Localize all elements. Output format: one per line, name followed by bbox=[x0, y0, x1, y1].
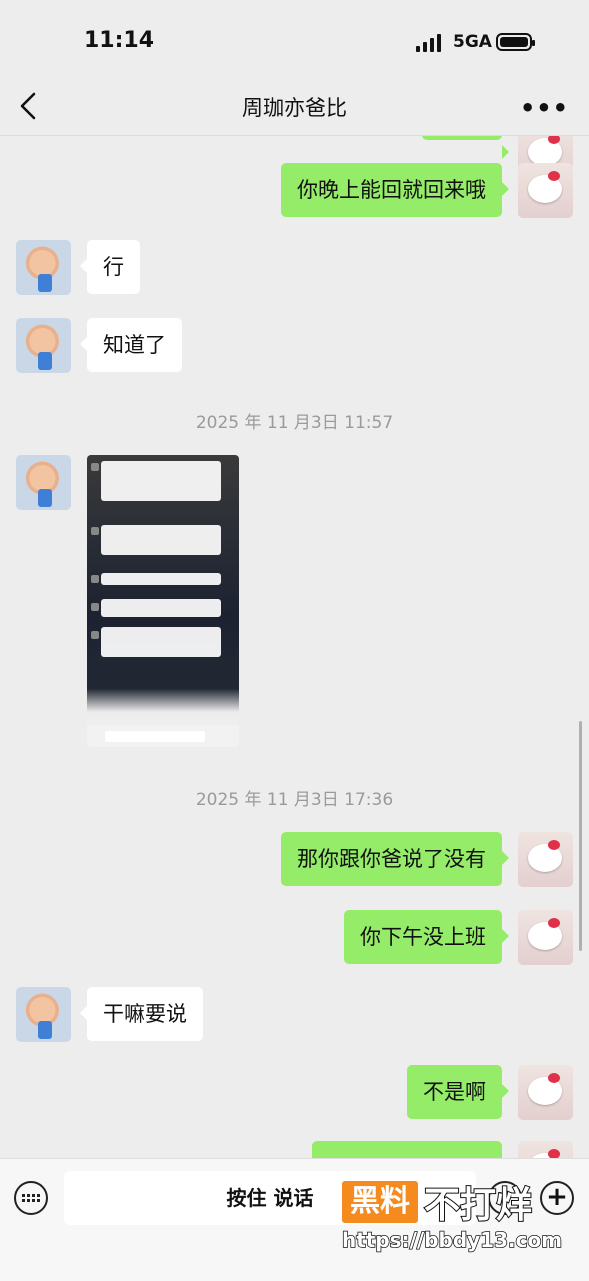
message-row: 你下午没上班 bbox=[344, 910, 573, 965]
scroll-indicator[interactable] bbox=[579, 721, 582, 951]
avatar[interactable] bbox=[518, 910, 573, 965]
watermark-brand: 黑料 bbox=[342, 1181, 418, 1223]
network-label: 5GA bbox=[453, 32, 492, 52]
message-row bbox=[312, 1141, 573, 1158]
message-bubble[interactable]: 不是啊 bbox=[407, 1065, 509, 1119]
message-bubble[interactable]: 干嘛要说 bbox=[80, 987, 203, 1041]
timestamp: 2025 年 11 月3日 17:36 bbox=[195, 790, 394, 810]
chat-title: 周珈亦爸比 bbox=[242, 96, 347, 120]
plus-icon[interactable]: + bbox=[540, 1181, 574, 1215]
watermark-url: https://bbdy13.com bbox=[341, 1227, 563, 1253]
message-row: 知道了 bbox=[16, 318, 182, 373]
message-bubble[interactable]: 你晚上能回就回来哦 bbox=[281, 163, 509, 217]
signal-icon bbox=[416, 34, 441, 52]
message-row: 行 bbox=[16, 240, 140, 295]
status-bar: 11:14 5GA bbox=[0, 0, 589, 80]
message-bubble[interactable]: 知道了 bbox=[80, 318, 182, 372]
avatar[interactable] bbox=[16, 318, 71, 373]
status-time: 11:14 bbox=[84, 28, 155, 53]
message-bubble[interactable]: 行 bbox=[80, 240, 140, 294]
watermark-text: 不打烊 bbox=[423, 1184, 533, 1227]
message-row: 那你跟你爸说了没有 bbox=[281, 832, 573, 887]
avatar[interactable] bbox=[518, 832, 573, 887]
timestamp: 2025 年 11 月3日 11:57 bbox=[195, 413, 394, 433]
message-bubble-partial[interactable] bbox=[312, 1141, 502, 1158]
message-row: 不是啊 bbox=[407, 1065, 573, 1120]
message-bubble[interactable]: 你下午没上班 bbox=[344, 910, 509, 964]
keyboard-toggle-icon[interactable] bbox=[14, 1181, 48, 1215]
avatar[interactable] bbox=[518, 1141, 573, 1158]
avatar[interactable] bbox=[16, 987, 71, 1042]
chat-header: 周珈亦爸比 ••• bbox=[0, 80, 589, 136]
avatar[interactable] bbox=[518, 1065, 573, 1120]
message-bubble-partial bbox=[422, 136, 509, 159]
image-message[interactable] bbox=[87, 455, 239, 747]
message-row: 你晚上能回就回来哦 bbox=[281, 163, 573, 218]
message-row bbox=[16, 455, 239, 747]
more-options-icon[interactable]: ••• bbox=[520, 94, 569, 122]
message-bubble[interactable]: 那你跟你爸说了没有 bbox=[281, 832, 509, 886]
chat-area[interactable]: 你晚上能回就回来哦 行 知道了 2025 年 11 月3日 11:57 2025… bbox=[0, 136, 589, 1158]
battery-icon bbox=[496, 33, 535, 51]
avatar[interactable] bbox=[518, 163, 573, 218]
avatar[interactable] bbox=[16, 240, 71, 295]
avatar[interactable] bbox=[16, 455, 71, 510]
watermark: 黑料 不打烊 bbox=[342, 1180, 533, 1227]
message-row: 干嘛要说 bbox=[16, 987, 203, 1042]
